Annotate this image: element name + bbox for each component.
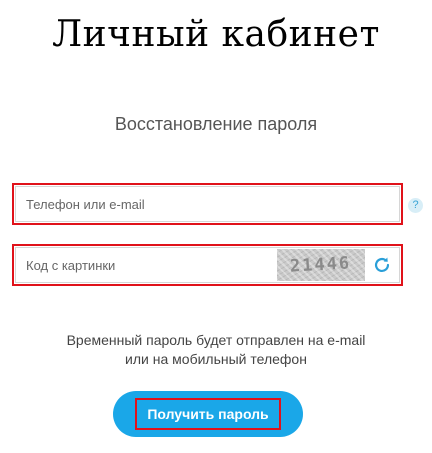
get-password-label: Получить пароль xyxy=(135,398,281,430)
captcha-image: 21446 xyxy=(277,249,365,281)
get-password-button[interactable]: Получить пароль xyxy=(113,391,303,437)
login-field xyxy=(12,183,403,225)
page-title: Личный кабинет xyxy=(52,14,380,55)
help-icon[interactable]: ? xyxy=(408,198,423,213)
refresh-icon[interactable] xyxy=(371,254,393,276)
captcha-text: 21446 xyxy=(289,253,353,277)
form-subtitle: Восстановление пароля xyxy=(114,114,318,134)
info-note-line2: или на мобильный телефон xyxy=(125,351,307,367)
captcha-field: 21446 xyxy=(12,244,403,286)
login-input[interactable] xyxy=(16,187,399,221)
info-note-line1: Временный пароль будет отправлен на e-ma… xyxy=(66,332,366,348)
info-note: Временный пароль будет отправлен на e-ma… xyxy=(0,331,432,369)
